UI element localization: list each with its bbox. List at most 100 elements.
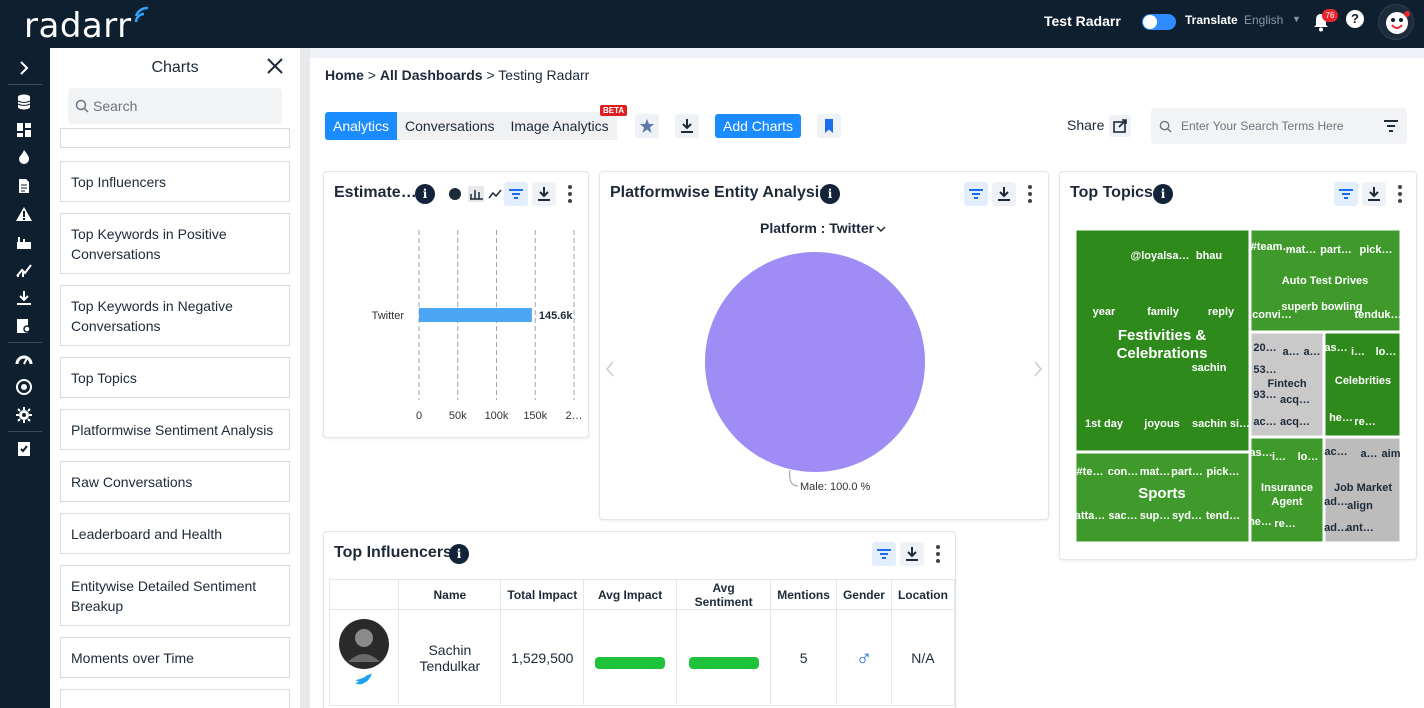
treemap-group-label: Festivities &	[1118, 327, 1207, 344]
bookmark-icon	[825, 119, 833, 133]
treemap-group-label: Auto Test Drives	[1282, 275, 1369, 287]
chart-download-button[interactable]	[1362, 182, 1386, 206]
chart-item[interactable]: Leaderboard and Health	[60, 513, 290, 554]
favorite-button[interactable]	[635, 114, 659, 138]
close-icon[interactable]	[265, 56, 285, 76]
chart-item[interactable]: Platformwise Sentiment Analysis	[60, 409, 290, 450]
filter-icon[interactable]	[1383, 119, 1399, 133]
user-avatar[interactable]	[1378, 4, 1414, 40]
treemap-term-label: acq…	[1280, 394, 1310, 406]
column-header[interactable]: Location	[890, 579, 956, 610]
report-search-icon[interactable]	[15, 318, 33, 334]
filter-button[interactable]	[964, 182, 988, 206]
alert-triangle-icon[interactable]	[15, 206, 33, 222]
treemap-term-label: 93…	[1253, 389, 1276, 401]
chevron-down-icon[interactable]: ▼	[1292, 14, 1301, 24]
column-header[interactable]: Mentions	[770, 579, 837, 610]
chevron-right-icon[interactable]	[1032, 360, 1044, 378]
column-header[interactable]: Avg Impact	[583, 579, 677, 610]
tab-image-analytics[interactable]: Image Analytics	[502, 112, 617, 140]
filter-button[interactable]	[1334, 182, 1358, 206]
language-select[interactable]: English	[1244, 13, 1283, 27]
download-button[interactable]	[675, 114, 699, 138]
notification-badge: 76	[1322, 9, 1338, 22]
table-row[interactable]: Sachin Tendulkar 1,529,500 5 ♂ N/A	[328, 609, 956, 706]
more-vertical-icon[interactable]	[1397, 184, 1403, 204]
chart-download-button[interactable]	[532, 182, 556, 206]
gear-icon[interactable]	[15, 407, 33, 423]
add-charts-button[interactable]: Add Charts	[715, 114, 802, 138]
translate-toggle[interactable]	[1142, 14, 1176, 30]
treemap-term-label: i…	[1272, 451, 1286, 463]
treemap-term-label: tend…	[1206, 510, 1240, 522]
column-header[interactable]: Gender	[835, 579, 892, 610]
column-header[interactable]: Total Impact	[500, 579, 585, 610]
estimated-bar-chart: 0 50k 100k 150k 2… Twitter 145.6k	[372, 230, 583, 422]
chart-item[interactable]: Top Topics	[60, 357, 290, 398]
more-vertical-icon[interactable]	[567, 184, 573, 204]
filter-button[interactable]	[504, 182, 528, 206]
tab-analytics[interactable]: Analytics	[325, 112, 398, 140]
breadcrumb-all-dashboards[interactable]: All Dashboards	[380, 67, 483, 83]
chevron-left-icon[interactable]	[604, 360, 616, 378]
column-header[interactable]: Avg Sentiment	[675, 579, 772, 610]
bookmark-button[interactable]	[817, 114, 841, 138]
influencer-name[interactable]: Sachin Tendulkar	[398, 609, 502, 706]
breadcrumb-home[interactable]: Home	[325, 67, 364, 83]
chart-item[interactable]: Top Keywords in Positive Conversations	[60, 213, 290, 274]
chart-item-partial[interactable]	[60, 128, 290, 148]
platformwise-card: Platformwise Entity Analysis i Platform …	[599, 171, 1049, 520]
bar	[419, 308, 532, 322]
download-icon	[681, 119, 693, 133]
info-icon[interactable]: i	[1153, 184, 1173, 204]
treemap-group-label: Celebrities	[1335, 375, 1391, 387]
chart-item[interactable]: Top Keywords in Negative Conversations	[60, 285, 290, 346]
treemap-term-label: lo…	[1376, 346, 1397, 358]
share-label[interactable]: Share	[1067, 117, 1104, 133]
trend-chart-icon[interactable]	[15, 262, 33, 278]
chart-item[interactable]: Moments over Time	[60, 637, 290, 678]
clipboard-check-icon[interactable]	[15, 440, 33, 456]
factory-chart-icon[interactable]	[15, 234, 33, 250]
chevron-down-icon[interactable]	[876, 225, 886, 233]
chart-item[interactable]: Raw Conversations	[60, 461, 290, 502]
flame-icon[interactable]	[15, 149, 33, 165]
info-icon[interactable]: i	[820, 184, 840, 204]
tab-conversations[interactable]: Conversations	[397, 112, 503, 140]
column-header[interactable]: Name	[398, 579, 502, 610]
global-search	[1151, 108, 1407, 144]
app-logo[interactable]: radarr	[24, 6, 132, 46]
platformwise-pie-chart: Male: 100.0 %	[705, 252, 925, 493]
main-content: Home > All Dashboards > Testing Radarr A…	[310, 58, 1424, 708]
target-icon[interactable]	[15, 379, 33, 395]
chart-download-button[interactable]	[992, 182, 1016, 206]
x-tick-label: 150k	[523, 410, 547, 422]
treemap-term-label: pick…	[1206, 466, 1239, 478]
platform-selector[interactable]: Platform : Twitter	[760, 220, 874, 236]
info-icon[interactable]: i	[415, 184, 435, 204]
chart-item-partial[interactable]	[60, 689, 290, 708]
info-icon[interactable]: i	[449, 544, 469, 564]
chart-download-button[interactable]	[900, 542, 924, 566]
chart-item[interactable]: Entitywise Detailed Sentiment Breakup	[60, 565, 290, 626]
gauge-icon[interactable]	[15, 351, 33, 367]
user-name[interactable]: Test Radarr	[1044, 13, 1121, 29]
database-icon[interactable]	[15, 94, 33, 110]
filter-button[interactable]	[872, 542, 896, 566]
charts-search-input[interactable]	[93, 96, 273, 116]
dashboard-icon[interactable]	[15, 122, 33, 138]
treemap-term-label: a…	[1360, 448, 1377, 460]
more-vertical-icon[interactable]	[1027, 184, 1033, 204]
share-button[interactable]	[1109, 115, 1131, 137]
document-icon[interactable]	[15, 178, 33, 194]
global-search-input[interactable]	[1181, 117, 1371, 135]
chart-item[interactable]: Top Influencers	[60, 161, 290, 202]
treemap-term-label: syd…	[1172, 510, 1202, 522]
treemap-term-label: as…	[1249, 447, 1272, 459]
male-icon: ♂	[855, 644, 873, 670]
help-icon[interactable]: ?	[1346, 10, 1364, 28]
expand-chevron-icon[interactable]	[15, 60, 33, 76]
download-icon[interactable]	[15, 290, 33, 306]
more-vertical-icon[interactable]	[935, 544, 941, 564]
influencer-avatar[interactable]	[338, 618, 390, 694]
